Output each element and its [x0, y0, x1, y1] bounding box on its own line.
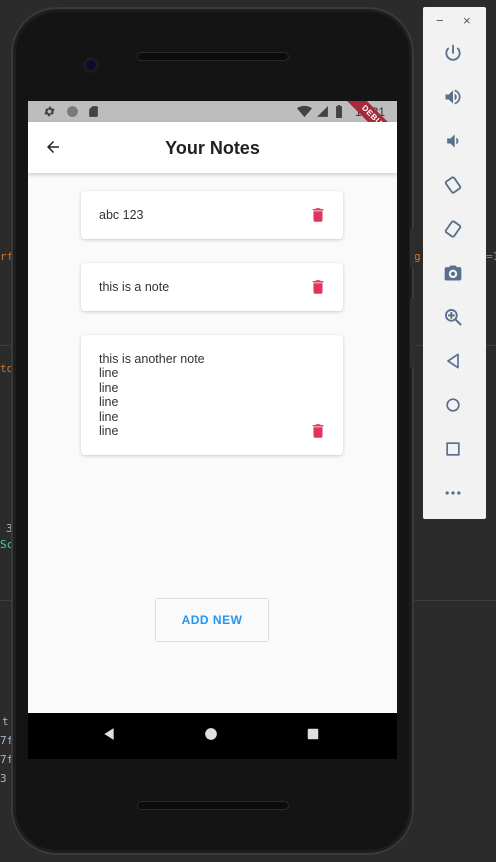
device-screen: 10:21 DEBUG Your Notes abc 123 this is a… [28, 101, 397, 713]
zoom-icon [445, 309, 462, 326]
note-card[interactable]: this is a note [81, 263, 343, 311]
note-card[interactable]: this is another note line line line line… [81, 335, 343, 455]
rotate-right-button[interactable] [441, 217, 465, 241]
emulator-toolbar: − × [423, 7, 486, 519]
volume-down-icon [447, 134, 459, 148]
signal-icon [317, 106, 328, 117]
minimize-button[interactable]: − [436, 13, 444, 28]
sd-card-icon [89, 106, 98, 117]
volume-up-icon [445, 89, 461, 105]
trash-icon[interactable] [309, 277, 327, 297]
home-nav-button[interactable] [441, 393, 465, 417]
trash-icon[interactable] [309, 205, 327, 225]
add-new-button[interactable]: ADD NEW [155, 598, 269, 642]
ide-code-fragment: 3 [0, 772, 7, 785]
note-card[interactable]: abc 123 [81, 191, 343, 239]
android-nav-bar [28, 713, 397, 759]
circle-status-icon [67, 106, 78, 117]
circle-home-icon [446, 398, 460, 412]
rotate-left-button[interactable] [441, 173, 465, 197]
status-bar: 10:21 DEBUG [28, 101, 397, 155]
front-camera [83, 57, 99, 73]
circle-home-icon[interactable] [204, 727, 218, 741]
more-button[interactable] [441, 481, 465, 505]
zoom-button[interactable] [441, 305, 465, 329]
wifi-icon [297, 105, 312, 118]
camera-icon [444, 265, 462, 281]
close-button[interactable]: × [463, 13, 471, 28]
page-title: Your Notes [165, 138, 260, 158]
triangle-back-icon [447, 353, 459, 369]
gear-icon [44, 106, 55, 117]
volume-down-button[interactable] [441, 129, 465, 153]
screenshot-button[interactable] [441, 261, 465, 285]
bottom-speaker [137, 801, 289, 810]
top-speaker [137, 52, 289, 61]
side-button [410, 228, 415, 268]
rotate-right-icon [444, 220, 462, 238]
battery-icon [336, 105, 342, 118]
rotate-left-icon [444, 176, 462, 194]
note-text: abc 123 [99, 208, 144, 222]
square-overview-icon [446, 442, 460, 456]
trash-icon[interactable] [309, 421, 327, 441]
back-nav-button[interactable] [441, 349, 465, 373]
ide-code-fragment: t [2, 715, 9, 728]
note-text: this is a note [99, 280, 170, 294]
volume-up-button[interactable] [441, 85, 465, 109]
note-text: this is another note line line line line… [99, 352, 205, 439]
power-icon [445, 44, 461, 61]
app-bar: Your Notes [28, 122, 397, 173]
side-button [410, 298, 415, 368]
square-overview-icon[interactable] [306, 727, 320, 741]
power-button[interactable] [441, 41, 465, 65]
triangle-back-icon[interactable] [102, 727, 116, 741]
more-icon [445, 491, 461, 495]
ide-code-fragment: =1 [486, 250, 496, 263]
overview-nav-button[interactable] [441, 437, 465, 461]
